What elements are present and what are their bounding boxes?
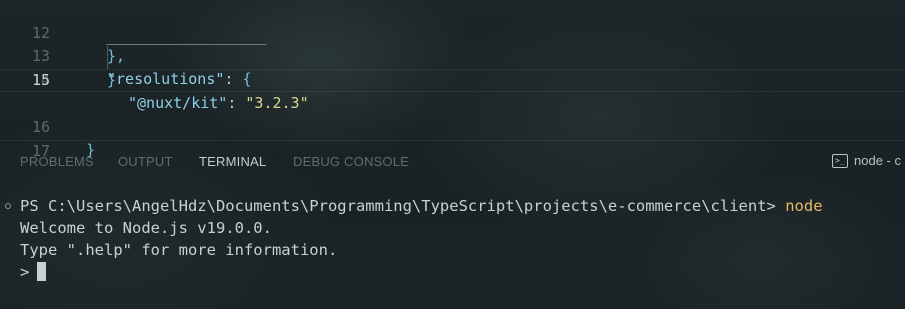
powershell-prompt: PS C:\Users\AngelHdz\Documents\Programmi… (20, 197, 786, 215)
terminal-prompt-line: PS C:\Users\AngelHdz\Documents\Programmi… (20, 195, 823, 217)
indent-guide (107, 46, 108, 69)
terminal-command: node (785, 197, 823, 215)
line-number: 15 (31, 71, 50, 89)
panel-divider (0, 140, 905, 141)
terminal-help-line: Type ".help" for more information. (20, 241, 338, 259)
code-line-12[interactable]: 12 }, (0, 0, 905, 65)
tab-terminal[interactable]: TERMINAL (199, 154, 266, 169)
terminal-selector[interactable]: >_ node - c (832, 153, 901, 168)
code-editor[interactable]: 12 }, 13 "resolutions": { 14 "@nuxt/kit"… (0, 0, 905, 160)
code-line-15[interactable]: 15 } (0, 69, 905, 92)
tab-debug-console[interactable]: DEBUG CONSOLE (293, 154, 409, 169)
terminal-repl-line[interactable]: > (20, 261, 47, 283)
terminal-selector-label: node - c (854, 153, 901, 168)
terminal-cursor (37, 262, 47, 281)
tab-problems[interactable]: PROBLEMS (20, 154, 94, 169)
repl-prompt: > (20, 263, 30, 281)
tab-output[interactable]: OUTPUT (118, 154, 173, 169)
code-line-13[interactable]: 13 "resolutions": { (0, 22, 905, 88)
command-decoration-circle-icon[interactable] (5, 203, 11, 209)
terminal-welcome-line: Welcome to Node.js v19.0.0. (20, 219, 272, 237)
code-line-17[interactable]: 17 (0, 117, 905, 160)
terminal-output[interactable]: PS C:\Users\AngelHdz\Documents\Programmi… (0, 195, 905, 305)
code-line-16[interactable]: 16 } (0, 93, 905, 159)
bracket-match-highlight (106, 44, 266, 45)
code-line-14[interactable]: 14 "@nuxt/kit": "3.2.3" (0, 46, 905, 112)
panel-tab-bar: PROBLEMS OUTPUT TERMINAL DEBUG CONSOLE >… (0, 150, 905, 176)
close-brace: } (107, 71, 117, 89)
terminal-icon: >_ (832, 153, 848, 168)
